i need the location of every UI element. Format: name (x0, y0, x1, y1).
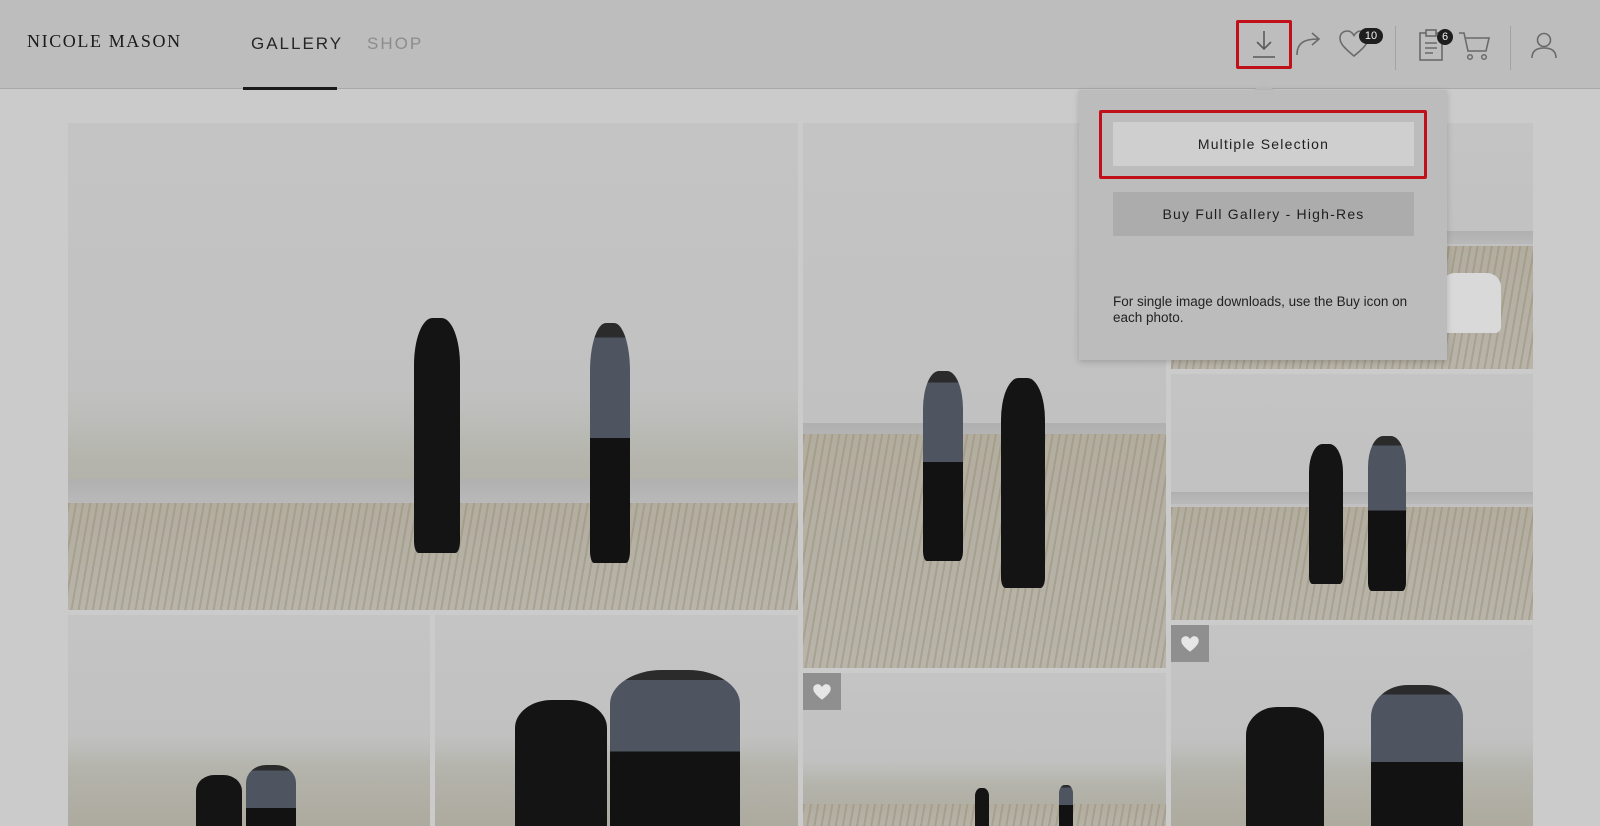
download-note: For single image downloads, use the Buy … (1113, 294, 1408, 325)
buy-full-gallery-button[interactable]: Buy Full Gallery - High-Res (1113, 192, 1414, 236)
list-count-badge: 6 (1437, 29, 1453, 45)
share-button[interactable] (1294, 29, 1324, 57)
photo-subject (1309, 444, 1343, 584)
favorite-photo-button[interactable] (803, 673, 841, 710)
photo-subject (610, 670, 740, 826)
cart-icon (1459, 32, 1491, 61)
favorites-button[interactable]: 10 (1338, 28, 1383, 60)
cart-button[interactable] (1458, 30, 1492, 62)
photo-subject (1001, 378, 1045, 588)
account-button[interactable] (1530, 31, 1558, 59)
gallery-photo[interactable] (803, 673, 1166, 826)
photo-subject (590, 323, 630, 563)
logo[interactable]: NICOLE MASON (27, 31, 182, 52)
gallery-photo[interactable] (68, 123, 798, 610)
heart-icon (813, 683, 831, 700)
user-icon (1531, 32, 1557, 59)
favorite-photo-button[interactable] (1171, 625, 1209, 662)
order-list-button[interactable]: 6 (1417, 28, 1453, 62)
gallery-photo[interactable] (68, 615, 430, 826)
favorites-count-badge: 10 (1359, 28, 1383, 44)
tab-shop[interactable]: SHOP (367, 34, 423, 54)
photo-subject (923, 371, 963, 561)
photo-subject (975, 788, 989, 826)
photo-subject (1246, 707, 1324, 826)
share-icon (1296, 32, 1321, 56)
photo-subject (1059, 785, 1073, 826)
gallery-photo[interactable] (435, 615, 798, 826)
photo-subject (1368, 436, 1406, 591)
gallery-photo[interactable] (1171, 374, 1533, 620)
active-tab-indicator (243, 87, 337, 90)
photo-subject (196, 775, 242, 826)
header-divider (1510, 26, 1511, 70)
download-menu: Multiple Selection Buy Full Gallery - Hi… (1079, 90, 1447, 360)
heart-icon (1181, 635, 1199, 652)
header-divider (1395, 26, 1396, 70)
download-highlight (1236, 20, 1292, 69)
tab-gallery[interactable]: GALLERY (251, 34, 343, 54)
photo-subject (246, 765, 296, 826)
gallery-photo[interactable] (1171, 625, 1533, 826)
photo-subject (414, 318, 460, 553)
multiple-selection-highlight (1099, 110, 1427, 179)
photo-subject (1371, 685, 1463, 826)
photo-subject (515, 700, 607, 826)
header: NICOLE MASON GALLERY SHOP 10 6 (0, 0, 1600, 90)
